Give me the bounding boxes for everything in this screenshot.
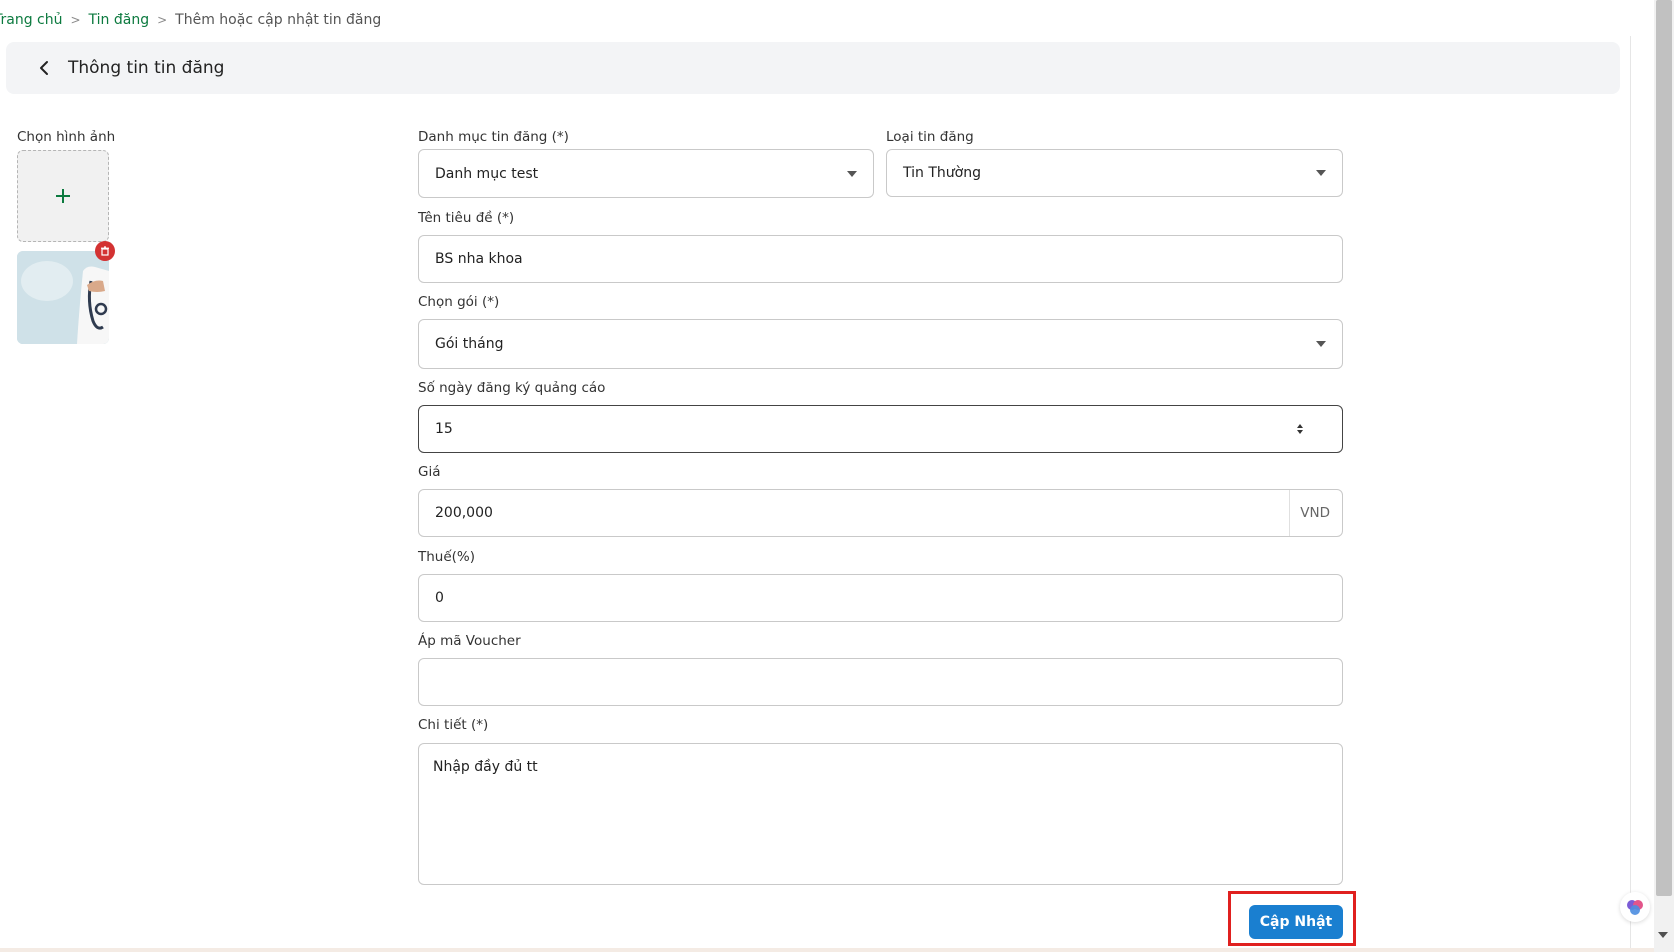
title-input[interactable]: BS nha khoa xyxy=(418,235,1343,283)
page-header: Thông tin tin đăng xyxy=(6,42,1620,94)
package-value: Gói tháng xyxy=(435,336,504,352)
title-label: Tên tiêu đề (*) xyxy=(418,210,515,226)
price-input[interactable]: 200,000 VND xyxy=(418,489,1343,537)
doctor-image xyxy=(17,251,109,344)
caret-down-icon xyxy=(1316,341,1326,347)
uploaded-image-thumbnail xyxy=(17,251,109,344)
trash-icon xyxy=(101,246,109,256)
title-value: BS nha khoa xyxy=(435,251,523,267)
delete-image-button[interactable] xyxy=(95,241,115,261)
caret-down-icon xyxy=(847,170,857,177)
breadcrumb-separator-icon: > xyxy=(70,13,81,27)
breadcrumb: Trang chủ > Tin đăng > Thêm hoặc cập nhậ… xyxy=(0,10,381,30)
divider xyxy=(0,948,1654,952)
post-type-label: Loại tin đăng xyxy=(886,129,974,145)
category-label: Danh mục tin đăng (*) xyxy=(418,129,569,145)
plus-icon xyxy=(56,189,70,203)
price-label: Giá xyxy=(418,464,441,480)
voucher-label: Áp mã Voucher xyxy=(418,633,521,649)
caret-down-icon xyxy=(1316,170,1326,176)
brain-icon xyxy=(1627,900,1643,915)
back-button[interactable] xyxy=(30,54,58,82)
update-button[interactable]: Cập Nhật xyxy=(1249,905,1343,939)
breadcrumb-separator-icon: > xyxy=(157,13,168,27)
chevron-left-icon xyxy=(40,61,48,75)
tax-value: 0 xyxy=(435,590,444,606)
assistant-icon[interactable] xyxy=(1620,892,1650,922)
scrollbar-thumb[interactable] xyxy=(1656,0,1672,896)
scroll-down-arrow-icon[interactable] xyxy=(1658,932,1668,938)
ad-days-value: 15 xyxy=(435,421,453,437)
package-label: Chọn gói (*) xyxy=(418,294,500,310)
number-stepper-icon[interactable] xyxy=(1294,420,1306,438)
breadcrumb-home-link[interactable]: Trang chủ xyxy=(0,12,62,28)
page-title: Thông tin tin đăng xyxy=(68,58,225,78)
currency-suffix: VND xyxy=(1289,490,1342,536)
detail-label: Chi tiết (*) xyxy=(418,717,489,733)
detail-textarea[interactable]: Nhập đầy đủ tt xyxy=(418,743,1343,885)
post-type-value: Tin Thường xyxy=(903,165,981,181)
ad-days-number-input[interactable]: 15 xyxy=(418,405,1343,453)
post-type-select[interactable]: Tin Thường xyxy=(886,149,1343,197)
breadcrumb-posts-link[interactable]: Tin đăng xyxy=(89,12,150,28)
category-value: Danh mục test xyxy=(435,165,539,182)
price-value: 200,000 xyxy=(435,505,493,521)
tax-input[interactable]: 0 xyxy=(418,574,1343,622)
image-section-label: Chọn hình ảnh xyxy=(17,129,116,145)
voucher-input[interactable] xyxy=(418,658,1343,706)
package-select[interactable]: Gói tháng xyxy=(418,319,1343,369)
tax-label: Thuế(%) xyxy=(418,549,476,565)
ad-days-label: Số ngày đăng ký quảng cáo xyxy=(418,380,606,396)
add-image-button[interactable] xyxy=(17,150,109,242)
breadcrumb-current: Thêm hoặc cập nhật tin đăng xyxy=(175,12,382,28)
category-select[interactable]: Danh mục test xyxy=(418,149,874,198)
